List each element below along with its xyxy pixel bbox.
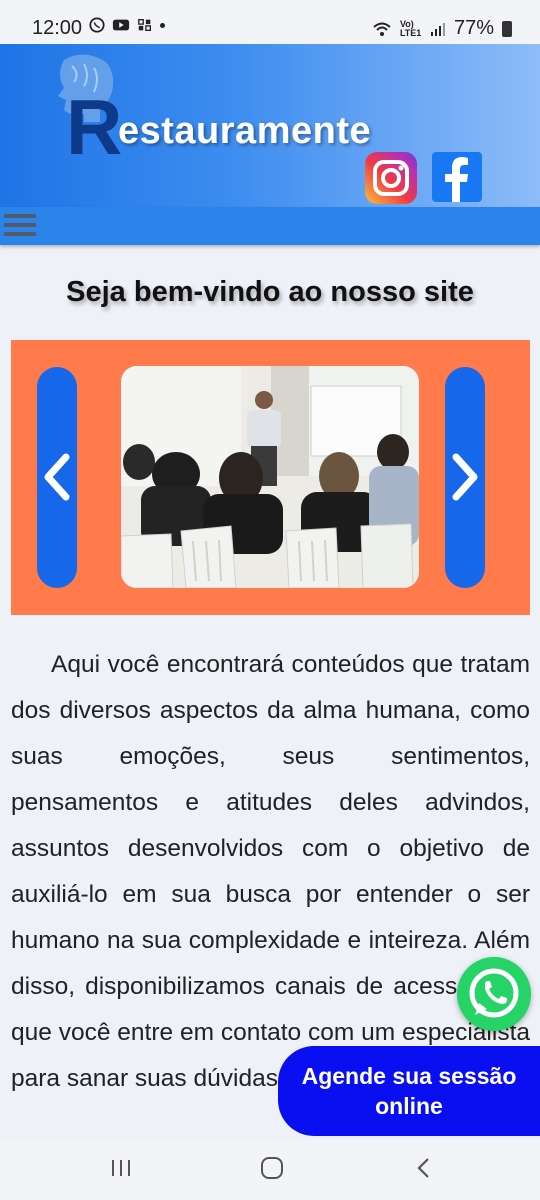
data-notification-icon [138,19,151,31]
welcome-title: Seja bem-vindo ao nosso site [66,276,474,308]
schedule-session-button[interactable]: Agende sua sessão online [278,1046,540,1136]
instagram-icon[interactable] [365,152,417,204]
whatsapp-notification-icon [89,17,105,33]
wifi-icon [373,22,391,36]
notification-icons [88,17,165,33]
carousel-prev-button[interactable] [37,367,77,588]
back-icon[interactable] [414,1156,432,1180]
system-nav-bar [0,1140,540,1200]
carousel-photo [121,366,419,588]
intro-paragraph: Aqui você encontrará conteúdos que trata… [11,651,530,1092]
status-right: Vo) LTE1 77% [372,17,512,40]
whatsapp-button[interactable] [457,957,531,1031]
signal-icon [430,22,445,36]
youtube-notification-icon [112,19,130,31]
battery-icon [502,20,512,37]
status-time: 12:00 [32,17,83,39]
site-title: estauramente [118,110,372,152]
status-bar: 12:00 Vo) LTE1 77% [0,0,540,44]
lte-label: Vo) LTE1 [399,18,422,38]
facebook-icon[interactable] [432,152,482,202]
facebook-glyph-icon [445,157,468,202]
chevron-right-icon [452,453,478,501]
logo-letter: R [66,83,123,171]
whatsapp-icon [469,968,519,1018]
recents-icon[interactable] [110,1158,132,1178]
chevron-left-icon [44,453,70,501]
hamburger-icon[interactable] [4,214,36,240]
nav-bar [0,207,540,245]
more-notifications-dot-icon [160,22,165,28]
image-carousel [11,340,530,615]
instagram-glyph-icon [373,160,409,196]
battery-percent: 77% [453,17,494,39]
carousel-next-button[interactable] [445,367,485,588]
group-session-photo [121,366,419,588]
home-icon[interactable] [260,1156,284,1180]
